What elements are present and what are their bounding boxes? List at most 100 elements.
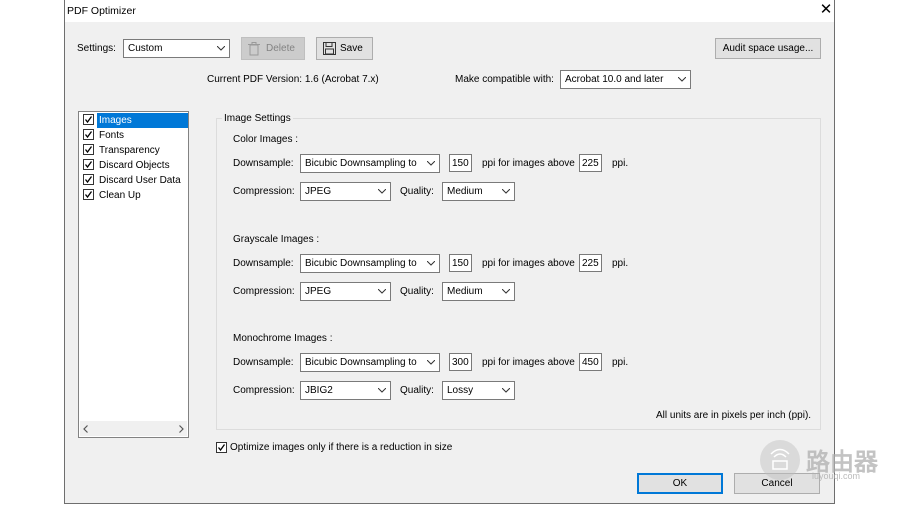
save-label: Save: [340, 43, 363, 54]
chevron-down-icon: [213, 40, 229, 57]
panel-item-images[interactable]: Images: [80, 113, 188, 128]
router-logo-icon: [760, 440, 800, 480]
downsample-value: Bicubic Downsampling to: [305, 258, 417, 269]
compression-value: JBIG2: [305, 385, 333, 396]
floppy-disk-icon: [323, 42, 336, 58]
grayscale-above-input[interactable]: 225: [579, 254, 602, 272]
checkbox-checked-icon[interactable]: [83, 159, 94, 170]
mono-downsample-combo[interactable]: Bicubic Downsampling to: [300, 353, 440, 372]
compression-value: JPEG: [305, 186, 332, 197]
quality-value: Medium: [447, 186, 483, 197]
chevron-down-icon: [498, 283, 514, 300]
chevron-down-icon: [374, 283, 390, 300]
grayscale-downsample-combo[interactable]: Bicubic Downsampling to: [300, 254, 440, 273]
compatibility-combo[interactable]: Acrobat 10.0 and later: [560, 70, 691, 89]
watermark-url: luyouqi.com: [812, 471, 861, 481]
checkbox-checked-icon[interactable]: [83, 189, 94, 200]
delete-label: Delete: [266, 43, 295, 54]
close-icon[interactable]: ✕: [817, 1, 835, 19]
pdf-optimizer-dialog: PDF Optimizer ✕ Settings: Custom Delete …: [64, 0, 835, 504]
downsample-value: Bicubic Downsampling to: [305, 158, 417, 169]
grayscale-compression-combo[interactable]: JPEG: [300, 282, 391, 301]
delete-button[interactable]: Delete: [241, 37, 305, 60]
title-bar: PDF Optimizer ✕: [65, 0, 834, 22]
panel-label: Discard Objects: [99, 160, 170, 171]
color-quality-combo[interactable]: Medium: [442, 182, 515, 201]
trash-icon: [248, 42, 260, 59]
panel-label: Clean Up: [99, 190, 141, 201]
panel-label: Images: [97, 113, 188, 128]
checkbox-checked-icon[interactable]: [83, 114, 94, 125]
color-above-input[interactable]: 225: [579, 154, 602, 172]
color-ppi-input[interactable]: 150: [449, 154, 472, 172]
downsample-label: Downsample:: [233, 357, 294, 368]
ok-button[interactable]: OK: [637, 473, 723, 494]
panel-item-clean-up[interactable]: Clean Up: [80, 188, 188, 203]
checkmark-icon: [217, 443, 226, 455]
quality-value: Medium: [447, 286, 483, 297]
compatibility-value: Acrobat 10.0 and later: [565, 74, 664, 85]
compression-label: Compression:: [233, 385, 295, 396]
panel-label: Transparency: [99, 145, 160, 156]
chevron-down-icon: [498, 183, 514, 200]
panel-label: Fonts: [99, 130, 125, 141]
ppi-above-label: ppi for images above: [482, 357, 575, 368]
grayscale-images-title: Grayscale Images :: [233, 234, 320, 245]
chevron-down-icon: [374, 183, 390, 200]
panel-item-discard-user-data[interactable]: Discard User Data: [80, 173, 188, 188]
compression-value: JPEG: [305, 286, 332, 297]
chevron-down-icon: [674, 71, 690, 88]
compression-label: Compression:: [233, 186, 295, 197]
panel-item-discard-objects[interactable]: Discard Objects: [80, 158, 188, 173]
chevron-down-icon: [374, 382, 390, 399]
panel-item-fonts[interactable]: Fonts: [80, 128, 188, 143]
checkbox-checked-icon[interactable]: [83, 144, 94, 155]
panels-list[interactable]: Images Fonts Transparency Discard Object…: [78, 111, 189, 438]
settings-value: Custom: [128, 43, 163, 54]
grayscale-quality-combo[interactable]: Medium: [442, 282, 515, 301]
monochrome-images-title: Monochrome Images :: [233, 333, 333, 344]
current-pdf-version: Current PDF Version: 1.6 (Acrobat 7.x): [207, 74, 379, 85]
checkbox-checked-icon[interactable]: [83, 129, 94, 140]
audit-space-usage-button[interactable]: Audit space usage...: [715, 38, 821, 59]
quality-value: Lossy: [447, 385, 474, 396]
grayscale-ppi-input[interactable]: 150: [449, 254, 472, 272]
make-compatible-label: Make compatible with:: [455, 74, 554, 85]
panel-item-transparency[interactable]: Transparency: [80, 143, 188, 158]
ppi-label: ppi.: [612, 258, 629, 269]
save-button[interactable]: Save: [316, 37, 373, 60]
scroll-left-icon[interactable]: [83, 425, 88, 436]
panel-label: Discard User Data: [99, 175, 181, 186]
settings-label: Settings:: [77, 43, 116, 54]
optimize-only-label: Optimize images only if there is a reduc…: [230, 442, 453, 453]
quality-label: Quality:: [400, 186, 434, 197]
chevron-down-icon: [423, 354, 439, 371]
scroll-right-icon[interactable]: [179, 425, 184, 436]
chevron-down-icon: [423, 155, 439, 172]
settings-combo[interactable]: Custom: [123, 39, 230, 58]
ppi-above-label: ppi for images above: [482, 258, 575, 269]
downsample-label: Downsample:: [233, 158, 294, 169]
quality-label: Quality:: [400, 385, 434, 396]
mono-ppi-input[interactable]: 300: [449, 353, 472, 371]
checkbox-checked-icon[interactable]: [83, 174, 94, 185]
color-downsample-combo[interactable]: Bicubic Downsampling to: [300, 154, 440, 173]
chevron-down-icon: [423, 255, 439, 272]
color-images-title: Color Images :: [233, 134, 299, 145]
downsample-value: Bicubic Downsampling to: [305, 357, 417, 368]
ok-label: OK: [672, 478, 688, 489]
mono-above-input[interactable]: 450: [579, 353, 602, 371]
chevron-down-icon: [498, 382, 514, 399]
window-title: PDF Optimizer: [67, 5, 136, 17]
ppi-label: ppi.: [612, 158, 629, 169]
audit-label: Audit space usage...: [722, 43, 814, 54]
ppi-label: ppi.: [612, 357, 629, 368]
downsample-label: Downsample:: [233, 258, 294, 269]
color-compression-combo[interactable]: JPEG: [300, 182, 391, 201]
mono-quality-combo[interactable]: Lossy: [442, 381, 515, 400]
horizontal-scrollbar[interactable]: [80, 421, 187, 436]
compression-label: Compression:: [233, 286, 295, 297]
mono-compression-combo[interactable]: JBIG2: [300, 381, 391, 400]
units-note: All units are in pixels per inch (ppi).: [656, 410, 812, 421]
optimize-only-checkbox[interactable]: [216, 442, 227, 453]
